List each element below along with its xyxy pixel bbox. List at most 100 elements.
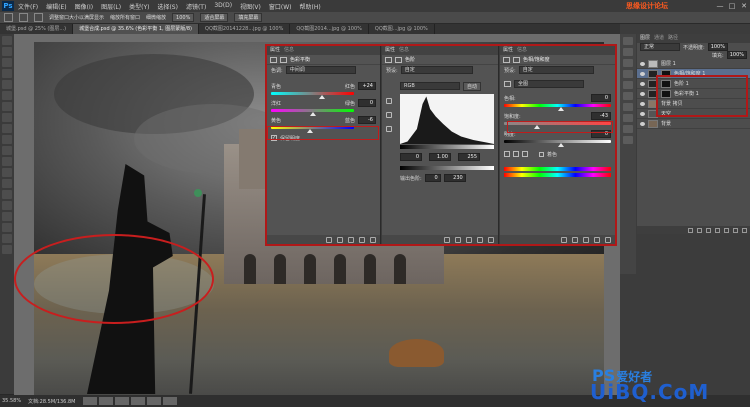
taskbar-thumb[interactable] bbox=[99, 397, 114, 405]
history-icon[interactable] bbox=[623, 37, 633, 45]
output-high-value[interactable]: 230 bbox=[443, 174, 466, 182]
dodge-tool-icon[interactable] bbox=[2, 179, 12, 188]
hue-slider[interactable] bbox=[504, 104, 611, 111]
blur-tool-icon[interactable] bbox=[2, 168, 12, 177]
tab-paths[interactable]: 路径 bbox=[668, 34, 678, 43]
properties-icon[interactable] bbox=[623, 59, 633, 67]
menu-filter[interactable]: 滤镜(T) bbox=[186, 2, 206, 11]
navigator-icon[interactable] bbox=[623, 136, 633, 144]
taskbar-thumb[interactable] bbox=[115, 397, 130, 405]
menu-help[interactable]: 帮助(H) bbox=[300, 2, 321, 11]
fit-screen-button[interactable]: 适合屏幕 bbox=[200, 13, 229, 22]
maximize-button[interactable]: □ bbox=[726, 0, 738, 12]
tab-properties[interactable]: 属性 bbox=[270, 46, 280, 55]
preset-select[interactable]: 自定 bbox=[518, 66, 594, 74]
layer-item[interactable]: 图层 1 bbox=[637, 59, 750, 69]
doc-tab[interactable]: QQ截图20141228...jpg @ 100% bbox=[199, 24, 291, 34]
mask-icon[interactable] bbox=[280, 56, 287, 63]
taskbar-thumb[interactable] bbox=[131, 397, 146, 405]
trash-icon[interactable] bbox=[488, 236, 494, 243]
doc-tab[interactable]: 城堡.psd @ 25% (图层...) bbox=[0, 24, 74, 34]
tab-layers[interactable]: 图层 bbox=[640, 34, 650, 43]
doc-tab-active[interactable]: 城堡合成.psd @ 35.6% (色彩平衡 1, 图层蒙版/8) bbox=[73, 24, 200, 34]
shape-tool-icon[interactable] bbox=[2, 223, 12, 232]
cyan-red-value[interactable]: +24 bbox=[358, 82, 376, 90]
eyedropper-icon[interactable] bbox=[504, 151, 510, 157]
output-gradient[interactable] bbox=[400, 166, 494, 170]
slider-knob[interactable] bbox=[557, 107, 564, 111]
mask-icon[interactable] bbox=[513, 56, 520, 63]
menu-image[interactable]: 图像(I) bbox=[75, 2, 93, 11]
range-select[interactable]: 全图 bbox=[514, 80, 584, 88]
link-icon[interactable] bbox=[688, 227, 693, 233]
opacity-value[interactable]: 100% bbox=[707, 43, 728, 51]
crop-tool-icon[interactable] bbox=[2, 80, 12, 89]
visibility-icon[interactable] bbox=[477, 236, 483, 243]
fill-value[interactable]: 100% bbox=[726, 51, 747, 59]
zoom-out-icon[interactable] bbox=[34, 13, 43, 22]
channel-select[interactable]: RGB bbox=[400, 82, 460, 90]
layer-item[interactable]: 背景 bbox=[637, 119, 750, 129]
zoom-tool-icon[interactable] bbox=[2, 245, 12, 254]
eyedropper-minus-icon[interactable] bbox=[522, 151, 528, 157]
brush-tool-icon[interactable] bbox=[2, 113, 12, 122]
saturation-value[interactable]: -43 bbox=[591, 112, 611, 120]
tab-properties[interactable]: 属性 bbox=[503, 46, 513, 55]
pen-tool-icon[interactable] bbox=[2, 190, 12, 199]
clip-icon[interactable] bbox=[561, 236, 567, 243]
healing-tool-icon[interactable] bbox=[2, 102, 12, 111]
tab-channels[interactable]: 通道 bbox=[654, 34, 664, 43]
zoom-in-icon[interactable] bbox=[19, 13, 28, 22]
eye-icon[interactable] bbox=[640, 61, 645, 66]
actions-icon[interactable] bbox=[623, 48, 633, 56]
white-eyedropper-icon[interactable] bbox=[386, 126, 392, 132]
input-shadow-value[interactable]: 0 bbox=[400, 153, 422, 161]
marquee-tool-icon[interactable] bbox=[2, 47, 12, 56]
new-group-icon[interactable] bbox=[724, 227, 729, 233]
magenta-green-slider[interactable] bbox=[271, 109, 354, 116]
view-previous-icon[interactable] bbox=[455, 236, 461, 243]
menu-window[interactable]: 窗口(W) bbox=[269, 2, 292, 11]
menu-layer[interactable]: 图层(L) bbox=[101, 2, 121, 11]
trash-icon[interactable] bbox=[605, 236, 611, 243]
history-brush-tool-icon[interactable] bbox=[2, 135, 12, 144]
view-previous-icon[interactable] bbox=[337, 236, 343, 243]
auto-button[interactable]: 自动 bbox=[463, 81, 482, 91]
reset-icon[interactable] bbox=[583, 236, 589, 243]
trash-icon[interactable] bbox=[370, 236, 376, 243]
stamp-tool-icon[interactable] bbox=[2, 124, 12, 133]
slider-knob[interactable] bbox=[309, 112, 316, 116]
colorize-checkbox[interactable] bbox=[539, 151, 544, 157]
eye-icon[interactable] bbox=[640, 71, 645, 76]
eye-icon[interactable] bbox=[640, 101, 645, 106]
menu-select[interactable]: 选择(S) bbox=[157, 2, 178, 11]
taskbar-thumb[interactable] bbox=[147, 397, 162, 405]
gradient-tool-icon[interactable] bbox=[2, 157, 12, 166]
tab-info[interactable]: 信息 bbox=[517, 46, 527, 55]
input-gradient[interactable] bbox=[400, 145, 494, 149]
blend-mode-select[interactable]: 正常 bbox=[640, 43, 680, 51]
eyedropper-tool-icon[interactable] bbox=[2, 91, 12, 100]
eraser-tool-icon[interactable] bbox=[2, 146, 12, 155]
tab-info[interactable]: 信息 bbox=[399, 46, 409, 55]
add-mask-icon[interactable] bbox=[706, 227, 711, 233]
taskbar-thumb[interactable] bbox=[163, 397, 178, 405]
slider-knob[interactable] bbox=[319, 95, 326, 99]
menu-3d[interactable]: 3D(D) bbox=[214, 2, 232, 11]
zoom-level[interactable]: 35.58% bbox=[2, 398, 22, 404]
eye-icon[interactable] bbox=[640, 81, 645, 86]
close-button[interactable]: ✕ bbox=[738, 0, 750, 12]
zoom-tool-icon[interactable] bbox=[4, 13, 13, 22]
gray-eyedropper-icon[interactable] bbox=[386, 112, 392, 118]
visibility-icon[interactable] bbox=[359, 236, 365, 243]
new-adjustment-icon[interactable] bbox=[715, 227, 720, 233]
reset-icon[interactable] bbox=[466, 236, 472, 243]
brush-icon[interactable] bbox=[623, 70, 633, 78]
taskbar-thumb[interactable] bbox=[83, 397, 98, 405]
move-tool-icon[interactable] bbox=[2, 36, 12, 45]
zoom-all-checkbox[interactable]: 缩放所有窗口 bbox=[110, 14, 140, 21]
styles-icon[interactable] bbox=[623, 114, 633, 122]
hand-tool-icon[interactable] bbox=[2, 234, 12, 243]
path-select-tool-icon[interactable] bbox=[2, 212, 12, 221]
minimize-button[interactable]: — bbox=[714, 0, 726, 12]
